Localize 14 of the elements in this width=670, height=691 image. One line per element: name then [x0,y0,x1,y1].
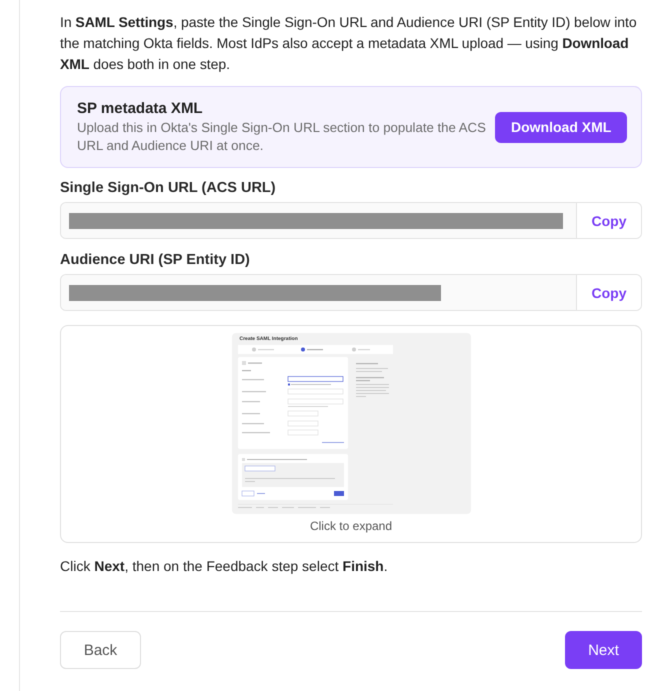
metadata-title: SP metadata XML [77,99,204,119]
copy-button[interactable]: Copy [576,203,641,238]
field-label: Single Sign-On URL (ACS URL) [60,179,277,198]
expand-caption: Click to expand [310,518,392,534]
url-field[interactable]: Copy [60,274,642,311]
back-button[interactable]: Back [60,631,141,669]
next-button[interactable]: Next [565,631,642,669]
intro-text: In SAML Settings, paste the Single Sign-On URL and Audience URI (SP Entity ID) below into the matching Okta fields. Most IdPs also accept a metadata XML upload — using Download XML does both in one step. [60,13,638,74]
metadata-description: Upload this in Okta's Single Sign-On URL section to populate the ACS URL and Audience URI at once. [77,119,487,155]
download-xml-button[interactable]: Download XML [495,112,628,142]
url-field[interactable]: Copy [60,202,642,239]
field-label: Audience URI (SP Entity ID) [60,251,251,270]
copy-button[interactable]: Copy [576,275,641,310]
instruction-text: Click Next, then on the Feedback step select Finish. [60,557,389,576]
